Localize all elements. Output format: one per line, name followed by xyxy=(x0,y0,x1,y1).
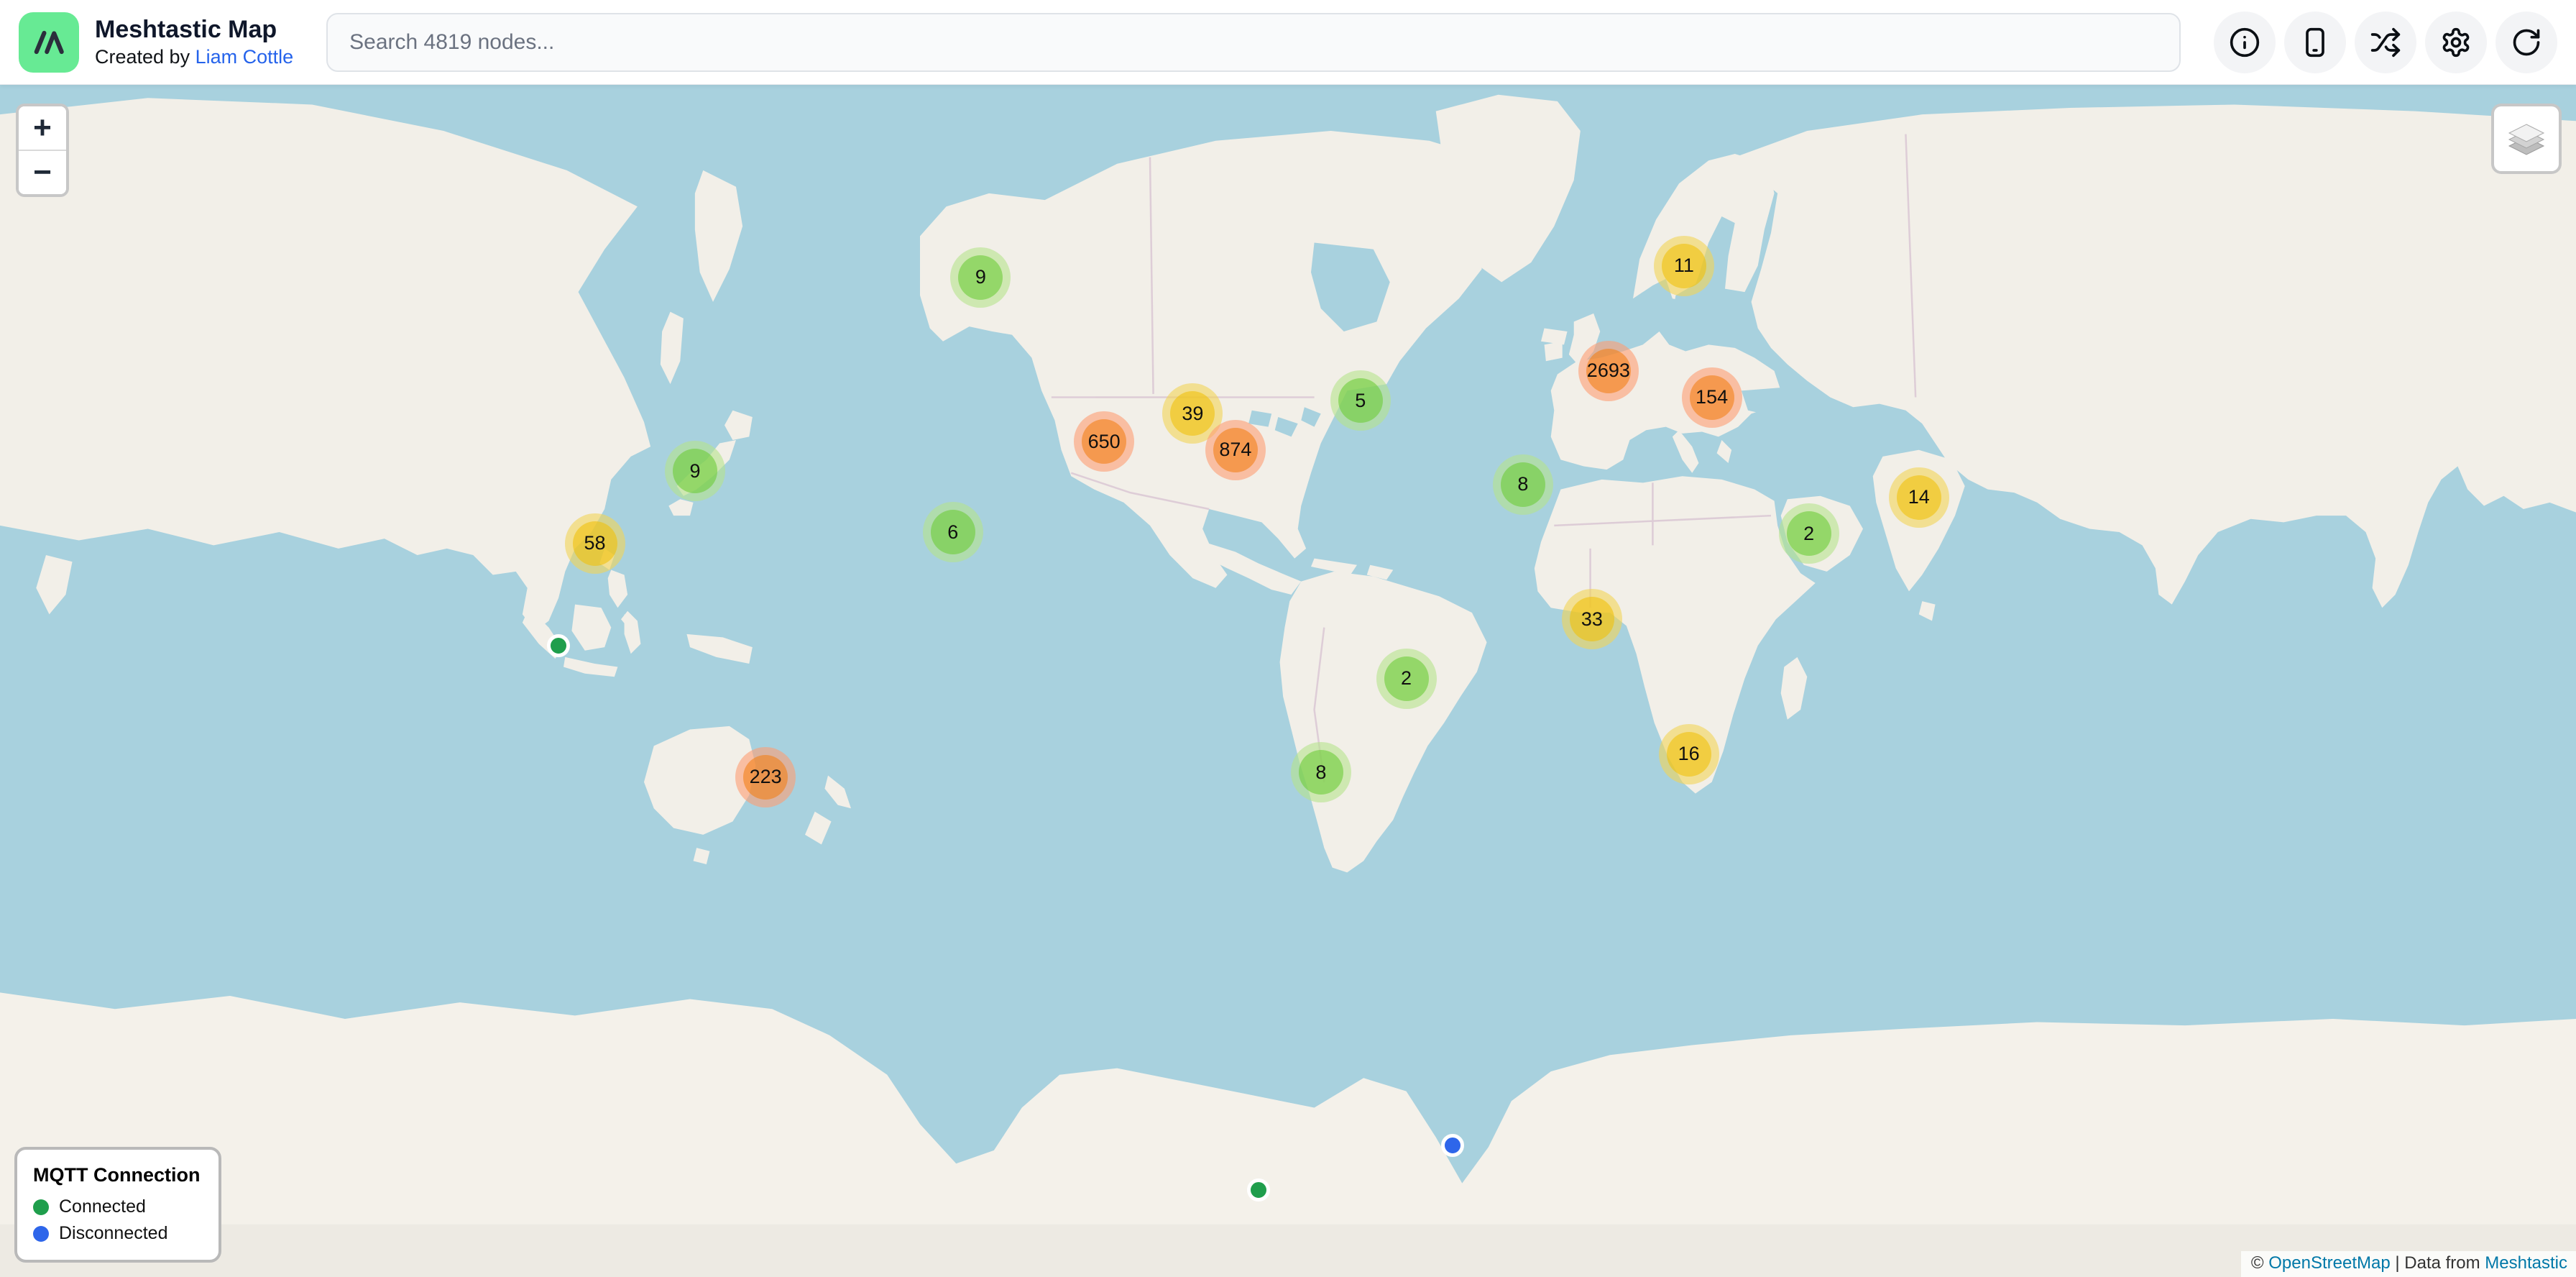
layers-icon xyxy=(2506,119,2547,159)
cluster-marker[interactable]: 2693 xyxy=(1578,341,1639,401)
cluster-marker[interactable]: 223 xyxy=(735,747,796,807)
osm-link[interactable]: OpenStreetMap xyxy=(2268,1253,2390,1273)
info-icon xyxy=(2229,27,2260,58)
info-button[interactable] xyxy=(2214,12,2276,73)
zoom-control: + − xyxy=(16,104,69,197)
cluster-marker[interactable]: 2 xyxy=(1376,649,1437,709)
meshtastic-link[interactable]: Meshtastic xyxy=(2485,1253,2567,1273)
legend-label: Connected xyxy=(59,1196,146,1217)
cluster-count: 5 xyxy=(1338,378,1383,423)
meshtastic-logo-icon xyxy=(29,22,69,63)
meshtastic-map-app: Meshtastic Map Created by Liam Cottle xyxy=(0,0,2576,1277)
cluster-marker[interactable]: 6 xyxy=(923,502,983,562)
refresh-icon xyxy=(2511,27,2542,58)
smartphone-icon xyxy=(2299,27,2331,58)
cluster-marker[interactable]: 11 xyxy=(1654,236,1714,296)
refresh-button[interactable] xyxy=(2496,12,2557,73)
app-titles: Meshtastic Map Created by Liam Cottle xyxy=(95,16,293,68)
cluster-count: 8 xyxy=(1501,462,1545,507)
cluster-marker[interactable]: 2 xyxy=(1779,503,1839,564)
cluster-marker[interactable]: 9 xyxy=(665,441,725,501)
cluster-count: 223 xyxy=(743,755,788,800)
search-container xyxy=(326,13,2181,72)
zoom-out-button[interactable]: − xyxy=(19,151,66,194)
cluster-marker[interactable]: 8 xyxy=(1493,454,1553,515)
byline: Created by Liam Cottle xyxy=(95,46,293,68)
cluster-marker[interactable]: 874 xyxy=(1205,420,1266,480)
cluster-count: 58 xyxy=(573,521,617,566)
zoom-in-button[interactable]: + xyxy=(19,106,66,151)
cluster-count: 6 xyxy=(931,510,975,554)
search-input[interactable] xyxy=(326,13,2181,72)
cluster-marker[interactable]: 5 xyxy=(1330,370,1391,431)
cluster-count: 2 xyxy=(1384,656,1429,701)
cluster-marker[interactable]: 14 xyxy=(1889,467,1949,528)
cluster-marker[interactable]: 9 xyxy=(950,247,1011,308)
shuffle-icon xyxy=(2370,27,2401,58)
settings-button[interactable] xyxy=(2425,12,2487,73)
node-marker-connected[interactable] xyxy=(1247,1178,1270,1202)
legend-item-disconnected: Disconnected xyxy=(33,1223,200,1244)
cluster-count: 2 xyxy=(1787,511,1831,556)
shuffle-button[interactable] xyxy=(2355,12,2416,73)
top-bar: Meshtastic Map Created by Liam Cottle xyxy=(0,0,2576,85)
cluster-count: 14 xyxy=(1897,475,1941,520)
legend-label: Disconnected xyxy=(59,1223,167,1244)
byline-prefix: Created by xyxy=(95,46,196,68)
cluster-count: 650 xyxy=(1082,419,1126,464)
cluster-count: 11 xyxy=(1662,244,1706,288)
connected-dot xyxy=(33,1199,49,1215)
page-title: Meshtastic Map xyxy=(95,16,293,44)
marker-layer: 9 9 58 6 39 650 874 5 11 2693 154 8 2 14 33 16 2 8 223 xyxy=(0,85,2576,1277)
layers-button[interactable] xyxy=(2491,104,2562,174)
gear-icon xyxy=(2440,27,2472,58)
header-toolbar xyxy=(2214,12,2557,73)
mqtt-legend: MQTT Connection Connected Disconnected xyxy=(14,1147,221,1263)
device-button[interactable] xyxy=(2284,12,2346,73)
cluster-count: 39 xyxy=(1170,391,1215,436)
legend-title: MQTT Connection xyxy=(33,1164,200,1186)
cluster-count: 8 xyxy=(1299,750,1343,795)
cluster-marker[interactable]: 58 xyxy=(565,513,625,574)
cluster-count: 154 xyxy=(1690,375,1734,420)
cluster-marker[interactable]: 33 xyxy=(1562,589,1622,649)
map-attribution: © OpenStreetMap | Data from Meshtastic xyxy=(2241,1251,2576,1277)
map-canvas[interactable]: 9 9 58 6 39 650 874 5 11 2693 154 8 2 14 33 16 2 8 223 + −… xyxy=(0,85,2576,1277)
node-marker-disconnected[interactable] xyxy=(1441,1134,1464,1157)
legend-item-connected: Connected xyxy=(33,1196,200,1217)
cluster-count: 2693 xyxy=(1586,349,1631,393)
cluster-count: 33 xyxy=(1570,597,1614,641)
cluster-marker[interactable]: 650 xyxy=(1074,411,1134,472)
meshtastic-logo xyxy=(19,12,79,73)
cluster-count: 9 xyxy=(958,255,1003,300)
attribution-prefix: © xyxy=(2251,1253,2268,1273)
cluster-count: 874 xyxy=(1213,428,1258,472)
author-link[interactable]: Liam Cottle xyxy=(196,46,294,68)
cluster-count: 16 xyxy=(1667,732,1711,777)
cluster-marker[interactable]: 8 xyxy=(1291,742,1351,802)
node-marker-connected[interactable] xyxy=(547,634,570,657)
attribution-middle: | Data from xyxy=(2391,1253,2485,1273)
cluster-marker[interactable]: 154 xyxy=(1682,367,1742,428)
cluster-marker[interactable]: 16 xyxy=(1659,724,1719,784)
disconnected-dot xyxy=(33,1226,49,1242)
cluster-count: 9 xyxy=(673,449,717,493)
